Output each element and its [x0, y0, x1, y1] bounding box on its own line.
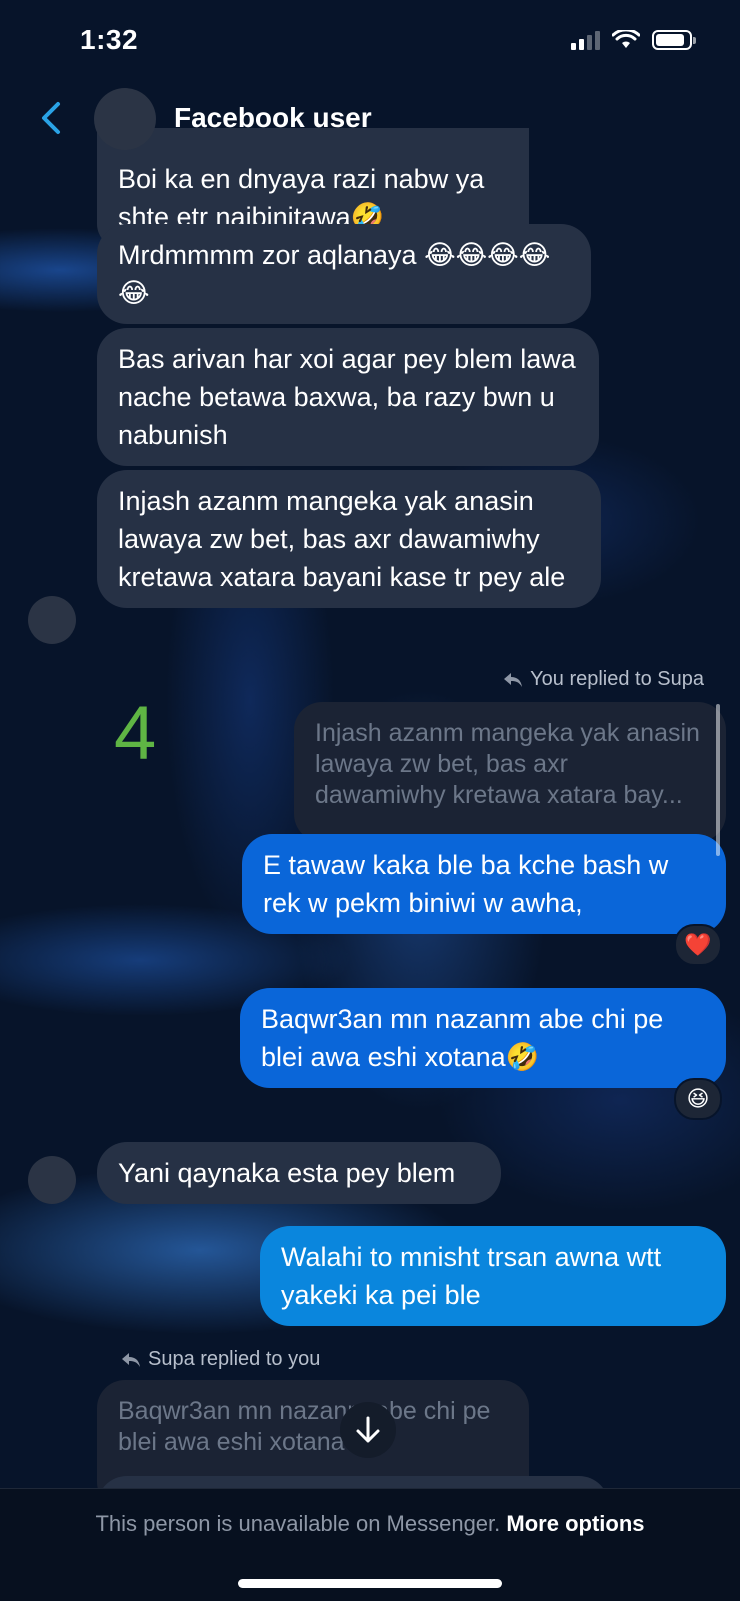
unavailable-text: This person is unavailable on Messenger.	[95, 1511, 501, 1536]
reply-note-text: You replied to Supa	[530, 668, 704, 690]
home-indicator[interactable]	[238, 1579, 502, 1588]
back-chevron-icon[interactable]	[34, 98, 70, 138]
heart-reaction-icon[interactable]: ❤️	[674, 924, 722, 966]
message-bubble-incoming[interactable]: Injash azanm mangeka yak anasin lawaya z…	[97, 470, 601, 608]
reply-arrow-icon	[122, 1352, 140, 1367]
contact-name[interactable]: Facebook user	[174, 102, 372, 134]
overlay-number: 4	[114, 691, 157, 776]
reply-note-text: Supa replied to you	[148, 1348, 321, 1370]
reply-arrow-icon	[504, 672, 523, 687]
status-time: 1:32	[80, 24, 139, 55]
message-bubble-incoming[interactable]: Mrdmmmm zor aqlanaya 😂😂😂😂😂	[97, 224, 591, 324]
more-options-link[interactable]: More options	[506, 1511, 644, 1536]
sender-avatar[interactable]	[28, 1156, 76, 1204]
battery-icon	[652, 30, 696, 50]
footer-bar: This person is unavailable on Messenger.…	[0, 1488, 740, 1601]
message-bubble-incoming[interactable]: Bas arivan har xoi agar pey blem lawa na…	[97, 328, 599, 466]
footer-message: This person is unavailable on Messenger.…	[0, 1511, 740, 1537]
message-bubble-outgoing[interactable]: Baqwr3an mn nazanm abe chi pe blei awa e…	[240, 988, 726, 1088]
status-bar: 1:32	[0, 0, 740, 80]
message-bubble-incoming[interactable]: Yani qaynaka esta pey blem	[97, 1142, 501, 1204]
scrollbar[interactable]	[716, 704, 720, 856]
contact-avatar[interactable]	[94, 88, 156, 150]
reply-note: Supa replied to you	[120, 1348, 320, 1371]
scroll-to-bottom-button[interactable]	[340, 1402, 396, 1458]
quoted-message[interactable]: Injash azanm mangeka yak anasin lawaya z…	[294, 702, 726, 842]
reply-note: You replied to Supa	[502, 668, 704, 691]
message-bubble-outgoing[interactable]: Walahi to mnisht trsan awna wtt yakeki k…	[260, 1226, 726, 1326]
message-bubble-outgoing[interactable]: E tawaw kaka ble ba kche bash w rek w pe…	[242, 834, 726, 934]
message-thread[interactable]: Boi ka en dnyaya razi nabw ya shte etr n…	[0, 0, 740, 1488]
quoted-message[interactable]: Baqwr3an mn nazanm abe chi pe blei awa e…	[97, 1380, 529, 1488]
arrow-down-icon	[356, 1416, 380, 1443]
sender-avatar[interactable]	[28, 596, 76, 644]
message-bubble-incoming[interactable]	[97, 1476, 609, 1488]
laughing-reaction-icon[interactable]: 😆	[674, 1078, 722, 1120]
cellular-signal-icon	[571, 30, 600, 50]
wifi-icon	[612, 30, 640, 48]
conversation-header: Facebook user	[0, 84, 740, 154]
